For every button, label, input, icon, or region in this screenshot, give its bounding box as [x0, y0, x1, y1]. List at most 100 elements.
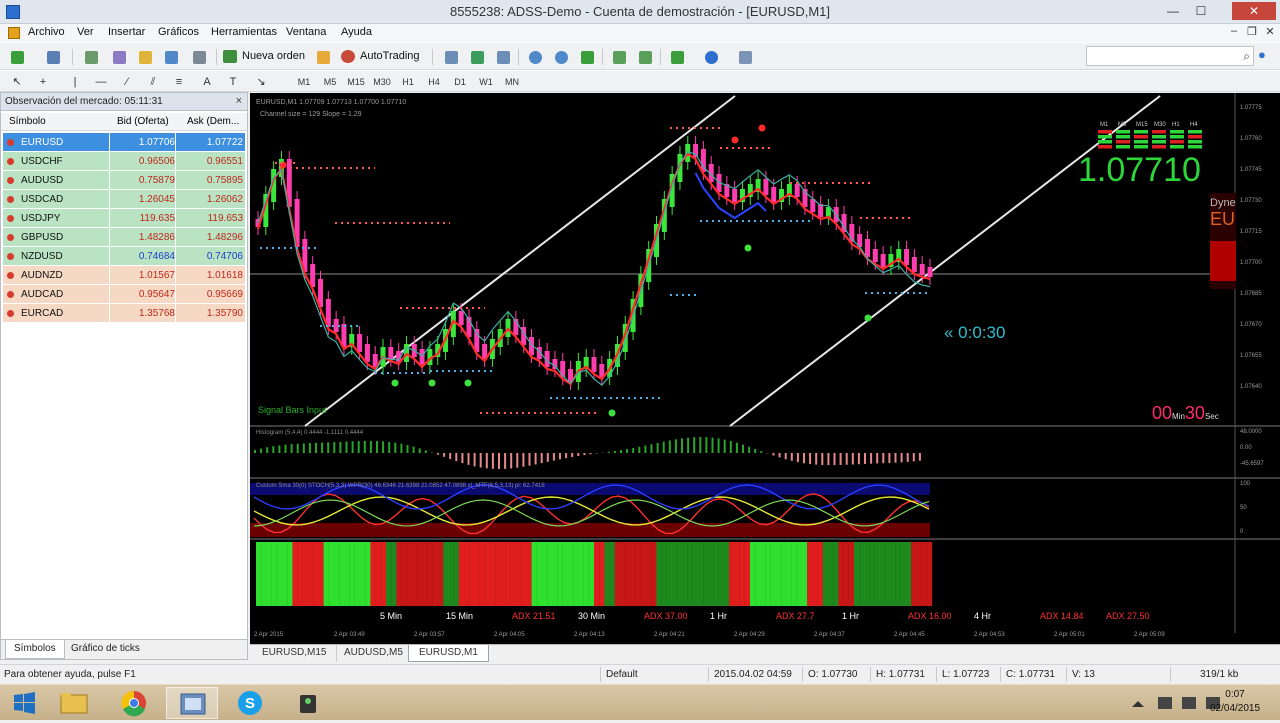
strategy-tester-button[interactable] — [188, 47, 210, 67]
chrome-icon — [108, 687, 160, 719]
trendline-icon[interactable]: ⁄ — [118, 74, 136, 90]
autotrading-button[interactable]: AutoTrading — [338, 47, 425, 67]
file-explorer-taskbar-button[interactable] — [48, 687, 100, 719]
vertical-line-icon[interactable]: | — [66, 74, 84, 90]
menu-graficos[interactable]: Gráficos — [158, 26, 199, 38]
symbol-name: AUDUSD — [21, 175, 63, 186]
timeframe-h4[interactable]: H4 — [422, 74, 446, 90]
equidistant-channel-icon[interactable]: ⫽ — [144, 74, 162, 90]
strength-bar — [838, 542, 843, 606]
terminal-button[interactable] — [160, 47, 182, 67]
zoom-out-button[interactable] — [550, 47, 572, 67]
time-tick-label: 2 Apr 04:37 — [814, 632, 845, 638]
menu-herramientas[interactable]: Herramientas — [211, 26, 277, 38]
timeframe-m1[interactable]: M1 — [292, 74, 316, 90]
timeframe-h1[interactable]: H1 — [396, 74, 420, 90]
market-watch-row[interactable]: USDJPY119.635119.653 — [3, 209, 245, 228]
taskbar-clock[interactable]: 0:07 02/04/2015 — [1210, 688, 1260, 716]
histogram-bar — [632, 448, 634, 453]
windows-start-icon[interactable] — [4, 689, 44, 717]
mdi-minimize-button[interactable]: – — [1226, 25, 1242, 41]
status-close: C: 1.07731 — [1006, 669, 1055, 680]
timeframe-w1[interactable]: W1 — [474, 74, 498, 90]
mtf-signal-cell — [1098, 130, 1112, 134]
mdi-restore-button[interactable]: ❐ — [1244, 25, 1260, 41]
market-watch-row[interactable]: USDCAD1.260451.26062 — [3, 190, 245, 209]
menu-insertar[interactable]: Insertar — [108, 26, 145, 38]
menu-ayuda[interactable]: Ayuda — [341, 26, 372, 38]
timeframe-d1[interactable]: D1 — [448, 74, 472, 90]
timeframe-m30[interactable]: M30 — [370, 74, 394, 90]
mdi-close-button[interactable]: ✕ — [1262, 25, 1278, 41]
market-watch-button[interactable] — [80, 47, 102, 67]
chrome-taskbar-button[interactable] — [108, 687, 160, 719]
metaeditor-button[interactable] — [312, 47, 334, 67]
market-watch-row[interactable]: GBPUSD1.482861.48296 — [3, 228, 245, 247]
symbol-status-icon — [7, 177, 14, 184]
arrows-tool-icon[interactable]: ↘ — [252, 74, 270, 90]
community-icon[interactable]: ● — [1258, 47, 1274, 63]
tile-windows-button[interactable] — [576, 47, 598, 67]
autoscroll-button[interactable] — [608, 47, 630, 67]
menu-ventana[interactable]: Ventana — [286, 26, 326, 38]
cursor-tool-icon[interactable]: ↖ — [8, 74, 26, 90]
histogram-bar — [651, 444, 653, 453]
close-button[interactable]: ✕ — [1232, 2, 1276, 20]
chart-window[interactable]: M1M5M15M30H1H4 EURUSD,M1 1.07709 1.07713… — [250, 93, 1280, 644]
recorder-taskbar-button[interactable] — [282, 687, 334, 719]
histogram-bar — [461, 453, 463, 463]
market-watch-rows: EURUSD1.077061.07722USDCHF0.965060.96551… — [3, 133, 245, 323]
search-input[interactable]: ⌕ — [1086, 46, 1254, 66]
zoom-in-button[interactable] — [524, 47, 546, 67]
metatrader-taskbar-button[interactable] — [166, 687, 218, 719]
candlestick-button[interactable] — [466, 47, 488, 67]
navigator-button[interactable] — [108, 47, 130, 67]
histogram-label: Histogram (5,4,4) 0.4444 -1.1111 0.4444 — [256, 430, 363, 436]
bar-chart-button[interactable] — [440, 47, 462, 67]
histogram-bar — [474, 453, 476, 466]
tab-eurusd-m15[interactable]: EURUSD,M15 — [252, 645, 337, 662]
market-watch-close-icon[interactable]: × — [236, 95, 242, 107]
menu-ver[interactable]: Ver — [77, 26, 94, 38]
timeframe-mn[interactable]: MN — [500, 74, 524, 90]
column-ask[interactable]: Ask (Dem... — [187, 116, 239, 127]
market-watch-row[interactable]: AUDCAD0.956470.95669 — [3, 285, 245, 304]
market-watch-row[interactable]: AUDNZD1.015671.01618 — [3, 266, 245, 285]
minimize-button[interactable]: — — [1160, 2, 1186, 20]
profiles-button[interactable] — [42, 47, 64, 67]
horizontal-line-icon[interactable]: — — [92, 74, 110, 90]
line-chart-button[interactable] — [492, 47, 514, 67]
tab-symbols[interactable]: Símbolos — [5, 640, 65, 659]
text-label-icon[interactable]: T — [224, 74, 242, 90]
tab-tick-chart[interactable]: Gráfico de ticks — [63, 640, 148, 659]
market-watch-row[interactable]: USDCHF0.965060.96551 — [3, 152, 245, 171]
text-tool-icon[interactable]: A — [198, 74, 216, 90]
search-icon[interactable]: ⌕ — [1243, 49, 1250, 64]
skype-taskbar-button[interactable]: S — [224, 687, 276, 719]
menu-archivo[interactable]: Archivo — [28, 26, 65, 38]
chart-shift-button[interactable] — [634, 47, 656, 67]
timeframe-m5[interactable]: M5 — [318, 74, 342, 90]
market-watch-row[interactable]: EURCAD1.357681.35790 — [3, 304, 245, 323]
new-chart-button[interactable] — [6, 47, 28, 67]
new-order-button[interactable]: Nueva orden — [220, 47, 310, 67]
tab-eurusd-m1[interactable]: EURUSD,M1 — [408, 645, 489, 662]
column-bid[interactable]: Bid (Oferta) — [117, 116, 169, 127]
bar-countdown: « 0:0:30 — [944, 323, 1005, 343]
crosshair-tool-icon[interactable]: + — [34, 74, 52, 90]
data-window-button[interactable] — [134, 47, 156, 67]
market-watch-row[interactable]: EURUSD1.077061.07722 — [3, 133, 245, 152]
market-watch-row[interactable]: NZDUSD0.746840.74706 — [3, 247, 245, 266]
periodicity-button[interactable] — [700, 47, 722, 67]
market-watch-row[interactable]: AUDUSD0.758790.75895 — [3, 171, 245, 190]
timeframe-m15[interactable]: M15 — [344, 74, 368, 90]
fibonacci-icon[interactable]: ≡ — [170, 74, 188, 90]
column-symbol[interactable]: Símbolo — [9, 116, 46, 127]
indicators-button[interactable] — [666, 47, 688, 67]
maximize-button[interactable]: ☐ — [1188, 2, 1214, 20]
chart-window-icon[interactable] — [8, 27, 20, 39]
tab-audusd-m5[interactable]: AUDUSD,M5 — [334, 645, 414, 662]
strength-bar — [443, 542, 448, 606]
clock-icon — [705, 51, 718, 64]
templates-button[interactable] — [734, 47, 756, 67]
